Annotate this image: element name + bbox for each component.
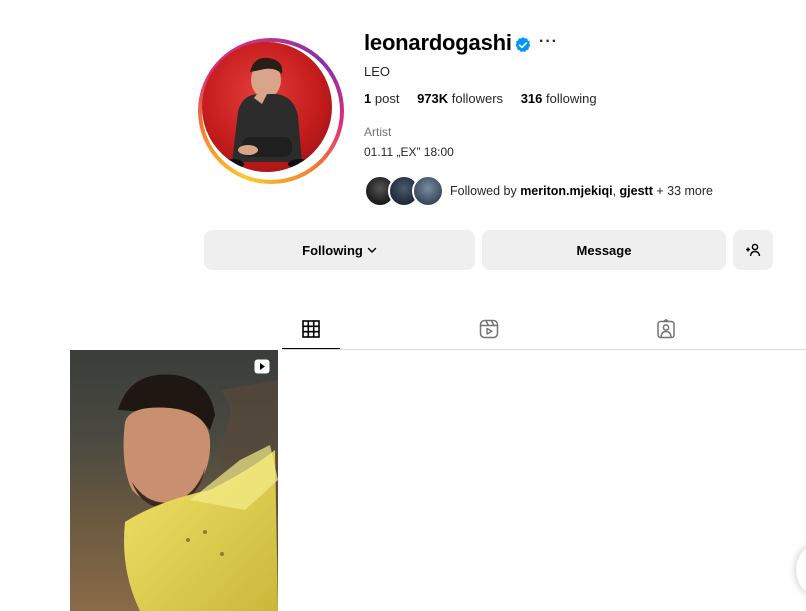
following-button[interactable]: Following bbox=[204, 230, 475, 270]
message-button[interactable]: Message bbox=[482, 230, 726, 270]
profile-stats: 1 post 973K followers 316 following bbox=[364, 91, 611, 106]
following-count: 316 bbox=[520, 91, 543, 106]
profile-avatar-story-ring[interactable] bbox=[198, 38, 344, 184]
chevron-down-icon bbox=[367, 247, 377, 253]
mutual-follower-avatar bbox=[412, 175, 444, 207]
active-tab-indicator bbox=[282, 348, 340, 349]
profile-full-name: LEO bbox=[364, 64, 391, 79]
profile-category: Artist bbox=[364, 125, 392, 139]
posts-count: 1 bbox=[364, 91, 372, 106]
reel-badge-icon bbox=[254, 359, 270, 374]
tabs-divider bbox=[282, 349, 806, 350]
suggested-users-button[interactable] bbox=[733, 230, 773, 270]
post-thumbnail[interactable] bbox=[70, 350, 278, 611]
post-image bbox=[118, 374, 278, 611]
profile-bio: 01.11 „EX” 18:00 bbox=[364, 145, 454, 159]
posts-stat: 1 post bbox=[364, 91, 399, 106]
profile-username: leonardogashi bbox=[364, 30, 512, 55]
add-person-icon bbox=[746, 243, 761, 257]
followed-by-prefix: Followed by bbox=[450, 184, 517, 198]
followed-by-row[interactable]: Followed by meriton.mjekiqi, gjestt + 33… bbox=[364, 175, 713, 207]
grid-icon[interactable] bbox=[301, 319, 321, 339]
followers-label: followers bbox=[451, 91, 504, 106]
avatar-figure-image bbox=[220, 57, 312, 169]
tagged-icon[interactable] bbox=[656, 319, 676, 339]
posts-label: post bbox=[374, 91, 400, 106]
reels-icon[interactable] bbox=[479, 319, 499, 339]
followed-by-text: Followed by meriton.mjekiqi, gjestt + 33… bbox=[450, 184, 713, 198]
following-button-label: Following bbox=[302, 242, 363, 258]
mutual-separator: , bbox=[612, 184, 617, 198]
followers-count: 973K bbox=[417, 91, 449, 106]
more-options-icon[interactable]: ··· bbox=[539, 33, 558, 51]
verified-badge-icon bbox=[515, 37, 531, 52]
mutual-user-2[interactable]: gjestt bbox=[620, 184, 653, 198]
followed-by-suffix: + 33 more bbox=[656, 184, 714, 198]
scroll-control[interactable] bbox=[796, 545, 806, 595]
followers-stat[interactable]: 973K followers bbox=[417, 91, 503, 106]
profile-avatar[interactable] bbox=[202, 42, 332, 172]
message-button-label: Message bbox=[576, 242, 632, 258]
following-stat[interactable]: 316 following bbox=[521, 91, 597, 106]
mutual-user-1[interactable]: meriton.mjekiqi bbox=[520, 184, 612, 198]
following-label: following bbox=[546, 91, 597, 106]
